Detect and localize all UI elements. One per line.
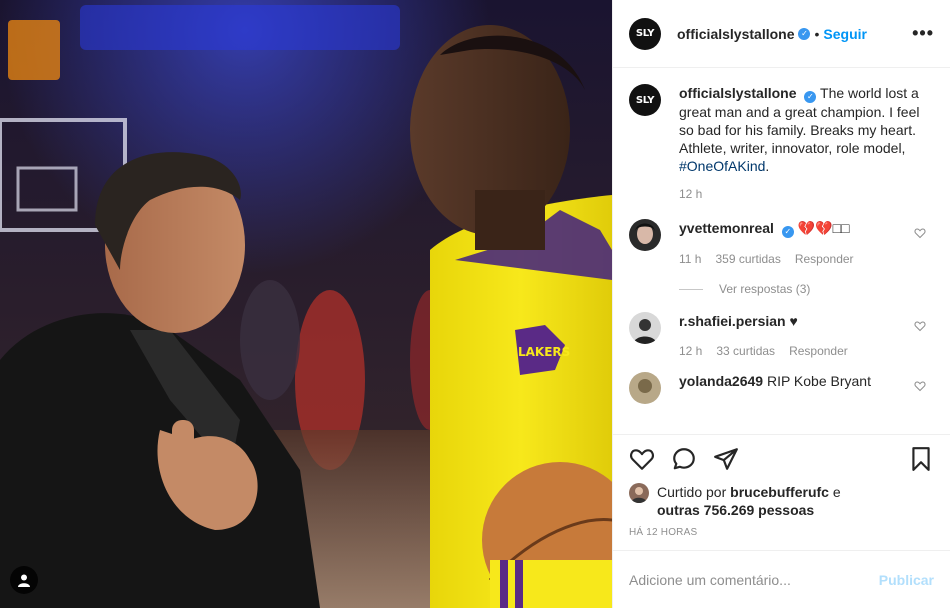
likes-summary: Curtido por brucebufferufc e outras 756.… — [629, 483, 934, 519]
comment-item: yolanda2649 RIP Kobe Bryant — [629, 372, 934, 404]
comment-text: 💔💔□□ — [797, 220, 850, 236]
post-image: LAKERS — [0, 0, 612, 608]
verified-badge-icon: ✓ — [798, 27, 811, 40]
avatar[interactable]: SLY — [629, 17, 661, 50]
post-actions: Curtido por brucebufferufc e outras 756.… — [613, 434, 950, 548]
reply-button[interactable]: Responder — [789, 344, 848, 358]
reply-button[interactable]: Responder — [795, 252, 854, 266]
share-icon[interactable] — [713, 446, 739, 472]
follow-button[interactable]: Seguir — [823, 26, 867, 42]
post-side-panel: SLY officialslystallone ✓ • Seguir ••• S… — [612, 0, 950, 608]
comment-item: yvettemonreal ✓ 💔💔□□ 11 h 359 curtidas R… — [629, 219, 934, 266]
comment-item: r.shafiei.persian ♥ 12 h 33 curtidas Res… — [629, 312, 934, 358]
liked-by-user[interactable]: brucebufferufc — [730, 484, 829, 500]
caption-avatar[interactable]: SLY — [629, 84, 661, 116]
hashtag-link[interactable]: #OneOfAKind — [679, 158, 765, 174]
avatar[interactable] — [629, 372, 661, 404]
verified-badge-icon: ✓ — [781, 226, 794, 238]
comment-icon[interactable] — [671, 446, 697, 472]
heart-icon[interactable] — [629, 446, 655, 472]
post-timestamp[interactable]: HÁ 12 HORAS — [629, 527, 934, 538]
liked-by-prefix: Curtido por — [657, 484, 727, 500]
divider — [679, 288, 703, 290]
header-username[interactable]: officialslystallone — [677, 26, 794, 42]
svg-text:LAKERS: LAKERS — [518, 345, 570, 359]
avatar[interactable] — [629, 219, 661, 251]
bookmark-icon[interactable] — [908, 446, 934, 472]
comment-text: RIP Kobe Bryant — [766, 373, 871, 389]
comment-text: ♥ — [789, 313, 798, 329]
heart-icon[interactable] — [914, 380, 926, 392]
comment-input[interactable]: Adicione um comentário... — [629, 572, 879, 588]
caption: SLY officialslystallone ✓ The world lost… — [629, 84, 934, 175]
heart-icon[interactable] — [914, 227, 926, 239]
heart-icon[interactable] — [914, 320, 926, 332]
verified-badge-icon: ✓ — [804, 91, 817, 103]
comment-username[interactable]: r.shafiei.persian — [679, 313, 786, 329]
separator: • — [814, 25, 820, 42]
post-header: SLY officialslystallone ✓ • Seguir ••• — [613, 0, 950, 68]
comment-time: 11 h — [679, 252, 702, 266]
avatar[interactable] — [629, 312, 661, 344]
publish-button[interactable]: Publicar — [879, 572, 934, 588]
instagram-post: LAKERS SLY officialslystallone ✓ • Segui… — [0, 0, 950, 608]
caption-username[interactable]: officialslystallone — [679, 85, 796, 101]
liked-by-others[interactable]: outras 756.269 pessoas — [657, 502, 814, 518]
comment-likes[interactable]: 33 curtidas — [716, 344, 775, 358]
view-replies-label: Ver respostas (3) — [719, 282, 811, 296]
comments-list[interactable]: SLY officialslystallone ✓ The world lost… — [613, 68, 950, 434]
comment-username[interactable]: yolanda2649 — [679, 373, 763, 389]
view-replies-button[interactable]: Ver respostas (3) — [679, 282, 934, 296]
comment-likes[interactable]: 359 curtidas — [715, 252, 780, 266]
user-icon — [18, 574, 30, 587]
post-photo[interactable]: LAKERS — [0, 0, 612, 608]
caption-time: 12 h — [679, 187, 703, 201]
comment-time: 12 h — [679, 344, 703, 358]
liker-avatar[interactable] — [629, 483, 649, 503]
comment-username[interactable]: yvettemonreal — [679, 220, 774, 236]
more-options-icon[interactable]: ••• — [912, 23, 934, 44]
tagged-users-button[interactable] — [10, 566, 38, 594]
liked-by-middle: e — [832, 484, 841, 500]
add-comment-bar: Adicione um comentário... Publicar — [613, 550, 950, 608]
